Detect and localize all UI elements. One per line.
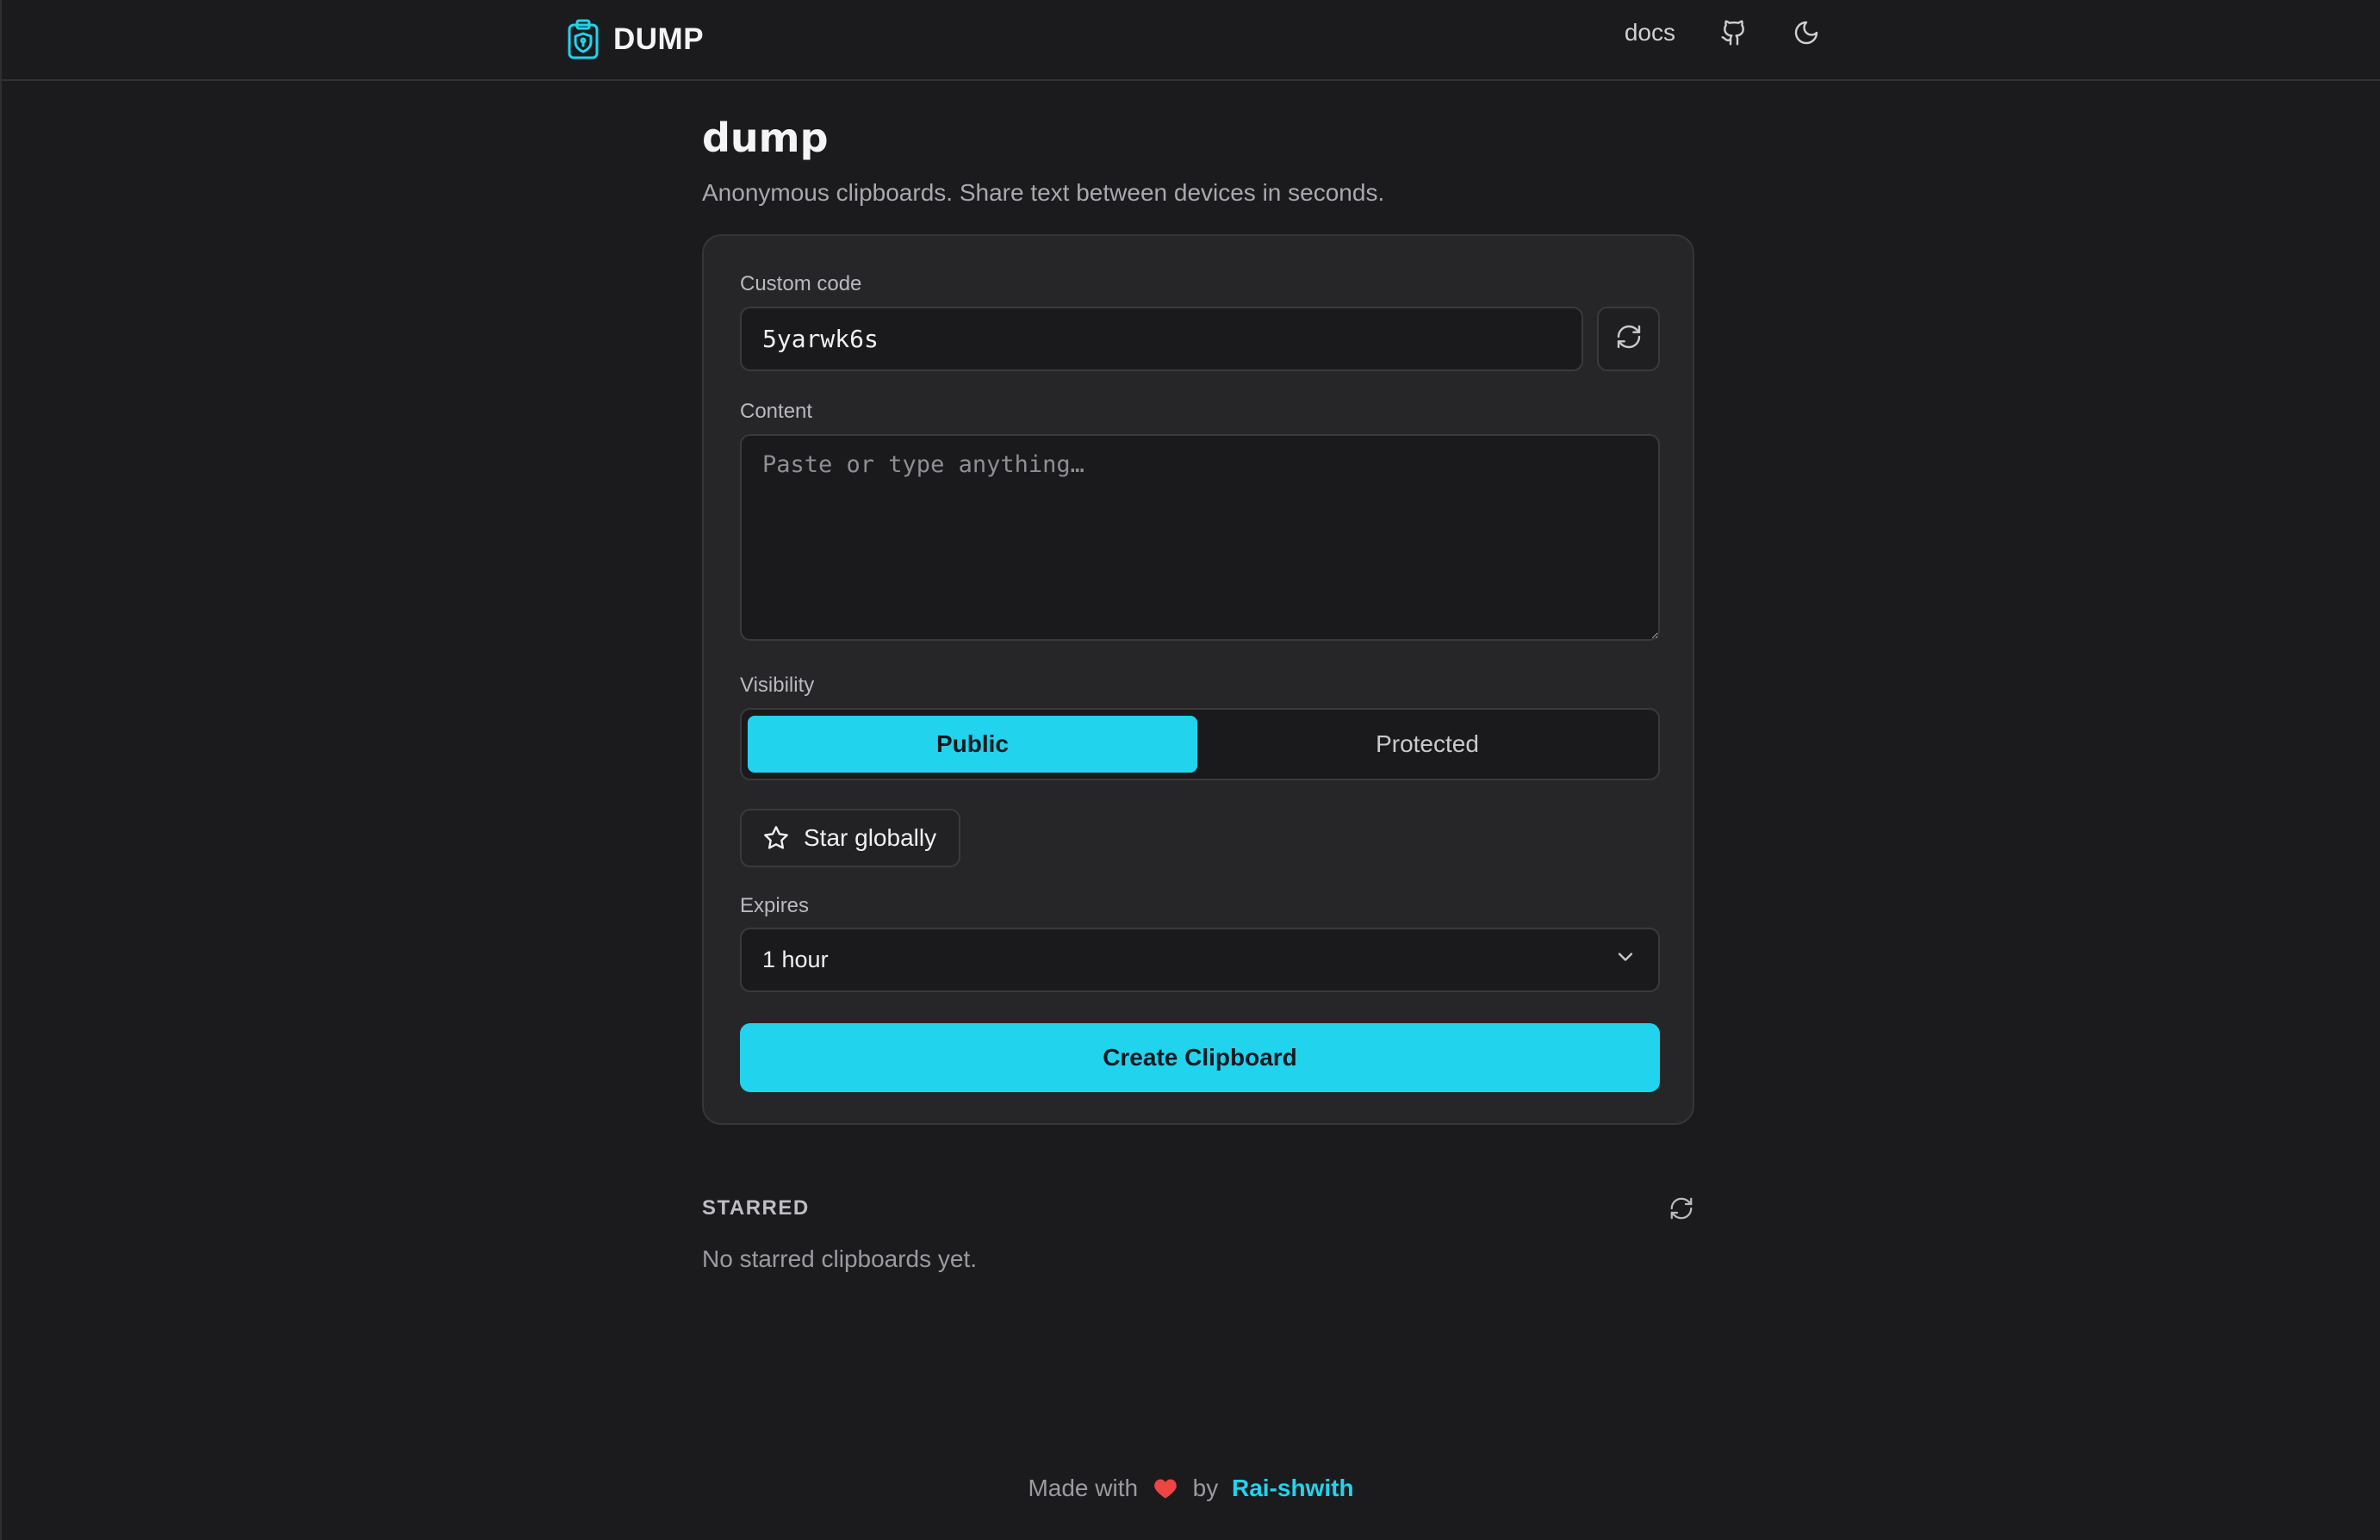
page-title: dump <box>702 115 829 161</box>
docs-link[interactable]: docs <box>1625 19 1675 47</box>
create-clipboard-card: Custom code Content Visibility Public Pr… <box>702 234 1694 1125</box>
moon-icon[interactable] <box>1793 19 1820 47</box>
header-nav: docs <box>1625 19 1820 47</box>
expires-select[interactable]: 1 hour <box>740 928 1660 992</box>
github-icon[interactable] <box>1720 19 1748 47</box>
author-link[interactable]: Rai-shwith <box>1232 1475 1354 1501</box>
star-globally-button[interactable]: Star globally <box>740 809 961 867</box>
visibility-label: Visibility <box>740 674 815 697</box>
footer-made-with: Made with <box>1028 1475 1139 1501</box>
visibility-public-option[interactable]: Public <box>748 716 1197 773</box>
starred-section-header: STARRED <box>702 1195 1694 1221</box>
starred-empty-message: No starred clipboards yet. <box>702 1245 978 1272</box>
content-textarea[interactable] <box>740 434 1660 641</box>
visibility-toggle: Public Protected <box>740 708 1660 780</box>
page-subtitle: Anonymous clipboards. Share text between… <box>702 179 1385 206</box>
regenerate-code-button[interactable] <box>1597 307 1660 371</box>
refresh-icon <box>1615 323 1643 355</box>
content-label: Content <box>740 400 813 423</box>
main-content: dump Anonymous clipboards. Share text be… <box>702 110 1694 1272</box>
star-icon <box>762 824 790 852</box>
custom-code-input[interactable] <box>740 307 1583 371</box>
heart-icon <box>1153 1477 1178 1506</box>
custom-code-label: Custom code <box>740 272 862 295</box>
brand-name: DUMP <box>613 22 705 56</box>
top-bar: DUMP docs <box>2 0 2380 81</box>
star-globally-label: Star globally <box>804 824 937 851</box>
footer: Made with by Rai-shwith <box>2 1475 2380 1506</box>
expires-value: 1 hour <box>762 947 829 972</box>
starred-title: STARRED <box>702 1196 810 1220</box>
refresh-starred-icon[interactable] <box>1668 1195 1694 1221</box>
footer-by: by <box>1192 1475 1219 1501</box>
create-clipboard-button[interactable]: Create Clipboard <box>740 1023 1660 1092</box>
expires-label: Expires <box>740 894 810 917</box>
clipboard-shield-icon <box>567 19 600 60</box>
brand[interactable]: DUMP <box>567 19 704 60</box>
chevron-down-icon <box>1613 945 1637 975</box>
visibility-protected-option[interactable]: Protected <box>1202 716 1652 773</box>
